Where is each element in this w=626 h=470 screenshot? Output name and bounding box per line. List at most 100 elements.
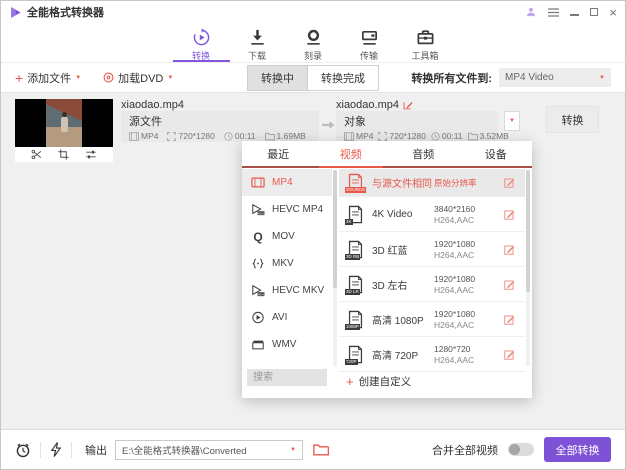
resolution-meta: 720*1280 (378, 131, 426, 141)
clock-duration-icon (431, 131, 440, 141)
convert-button[interactable]: 转换 (546, 106, 599, 133)
target-card-title: 对象 (344, 116, 366, 128)
window-controls: × (525, 6, 617, 19)
format-list-scrollbar[interactable] (333, 170, 337, 366)
rename-pencil-icon[interactable] (403, 100, 413, 110)
merge-videos-toggle[interactable] (508, 443, 534, 456)
thumbnail-image (46, 99, 82, 147)
quicktime-q-icon: Q (253, 229, 263, 244)
menu-icon[interactable] (548, 7, 560, 17)
preset-panel: 最近 视频 音频 设备 MP4 HEVC HEVC MP4 Q MOV MKV … (242, 141, 532, 398)
crop-icon[interactable] (58, 149, 69, 160)
edit-preset-icon[interactable] (504, 177, 515, 188)
load-dvd-button[interactable]: 加载DVD ▼ (103, 70, 173, 86)
hevc-play-icon: HEVC (252, 203, 265, 215)
nav-tab-download[interactable]: 下载 (236, 23, 279, 62)
format-item-wmv[interactable]: WMV (242, 331, 332, 358)
edit-preset-icon[interactable] (504, 314, 515, 325)
nav-tab-burn[interactable]: 刻录 (292, 23, 335, 62)
profile-item-same-as-source[interactable]: SOURCE 与源文件相同 原始分辨率 (339, 169, 525, 197)
convert-all-button[interactable]: 全部转换 (544, 437, 611, 462)
app-window: 全能格式转换器 × 转换 下载 刻录 传输 工具箱 + 添加文件 ▼ 加载DVD… (0, 0, 626, 470)
plus-icon: + (346, 374, 354, 389)
format-item-hevc-mkv[interactable]: HEVC HEVC MKV (242, 277, 332, 304)
nav-label: 刻录 (303, 51, 322, 61)
tab-converting[interactable]: 转换中 (247, 64, 308, 91)
app-title: 全能格式转换器 (27, 7, 104, 19)
edit-preset-icon[interactable] (504, 279, 515, 290)
tab-converted[interactable]: 转换完成 (307, 64, 379, 91)
preset-tab-recent[interactable]: 最近 (242, 141, 315, 166)
minimize-icon[interactable] (570, 8, 580, 16)
m4v-icon (251, 365, 265, 366)
mkv-matroska-icon (252, 258, 264, 269)
resolution-frame-icon (167, 131, 177, 141)
preset-tab-audio[interactable]: 音频 (387, 141, 460, 166)
toolbox-briefcase-icon (417, 30, 433, 45)
toggle-knob (509, 444, 520, 455)
create-custom-button[interactable]: + 创建自定义 (346, 374, 411, 389)
preset-body: MP4 HEVC HEVC MP4 Q MOV MKV HEVC HEVC MK… (242, 168, 532, 396)
main-nav: 转换 下载 刻录 传输 工具箱 (1, 23, 625, 62)
transfer-device-icon (361, 30, 377, 45)
format-item-avi[interactable]: AVI (242, 304, 332, 331)
edit-preset-icon[interactable] (504, 349, 515, 360)
format-meta: MP4 (129, 131, 158, 141)
target-card: 对象 MP4 720*1280 00:11 3.52MB (336, 111, 509, 142)
add-file-button[interactable]: + 添加文件 ▼ (15, 70, 81, 86)
size-meta: 3.52MB (467, 131, 509, 141)
profile-doc-icon: SOURCE (345, 173, 367, 193)
convert-all-to-group: 转换所有文件到: MP4 Video ▼ (411, 68, 611, 87)
open-folder-icon[interactable] (313, 443, 329, 456)
chevron-down-icon: ▼ (599, 74, 605, 81)
size-meta: 1.69MB (264, 131, 306, 141)
preset-tab-video[interactable]: 视频 (315, 141, 388, 168)
user-icon[interactable] (525, 6, 537, 18)
edit-preset-icon[interactable] (504, 244, 515, 255)
high-speed-lightning-icon[interactable] (50, 442, 62, 457)
nav-tab-toolbox[interactable]: 工具箱 (404, 23, 447, 62)
merge-videos-label: 合并全部视频 (432, 444, 498, 457)
maximize-icon[interactable] (590, 8, 599, 16)
output-label: 输出 (85, 444, 107, 457)
profile-doc-icon: 720P (345, 345, 364, 365)
download-arrow-icon (250, 29, 264, 45)
trim-scissors-icon[interactable] (31, 149, 42, 160)
nav-tab-transfer[interactable]: 传输 (348, 23, 391, 62)
nav-tab-convert[interactable]: 转换 (172, 23, 230, 62)
convert-all-to-select[interactable]: MP4 Video ▼ (499, 68, 611, 87)
edit-preset-icon[interactable] (504, 209, 515, 220)
output-path-value: E:\全能格式转换器\Converted (122, 445, 247, 457)
format-item-hevc-mp4[interactable]: HEVC HEVC MP4 (242, 196, 332, 223)
hevc-play-icon: HEVC (252, 284, 265, 296)
profile-item-hd-720p[interactable]: 720P 高清 720P 1280*720 H264,AAC (339, 337, 525, 372)
profile-item-3d-red-blue[interactable]: 3D RB 3D 红蓝 1920*1080 H264,AAC (339, 232, 525, 267)
format-item-m4v[interactable]: M4V (242, 358, 332, 366)
preset-dropdown-toggle[interactable]: ▼ (504, 111, 520, 131)
video-thumbnail[interactable] (15, 99, 113, 147)
format-item-mp4[interactable]: MP4 (242, 169, 332, 196)
source-to-target-arrow-icon (322, 121, 335, 129)
titlebar: 全能格式转换器 × (1, 1, 625, 23)
folder-size-icon (264, 132, 275, 140)
close-icon[interactable]: × (609, 6, 617, 19)
effects-sliders-icon[interactable] (85, 149, 97, 160)
profile-list-scrollbar[interactable] (526, 170, 530, 366)
format-item-mov[interactable]: Q MOV (242, 223, 332, 250)
schedule-alarm-icon[interactable] (15, 442, 31, 458)
divider (71, 441, 72, 458)
format-item-mkv[interactable]: MKV (242, 250, 332, 277)
content-area: xiaodao.mp4 源文件 MP4 720*1280 00:11 1.69M… (1, 94, 625, 429)
profile-item-4k[interactable]: 4K 4K Video 3840*2160 H264,AAC (339, 197, 525, 232)
preset-search-input[interactable] (247, 369, 327, 386)
svg-text:HEVC: HEVC (257, 292, 265, 296)
output-path-select[interactable]: E:\全能格式转换器\Converted ▼ (115, 439, 303, 460)
profile-item-3d-left-right[interactable]: 3D LR 3D 左右 1920*1080 H264,AAC (339, 267, 525, 302)
nav-label: 传输 (359, 51, 378, 61)
app-logo-icon (11, 6, 21, 18)
mp4-filmstrip-icon (251, 177, 265, 188)
preset-tab-device[interactable]: 设备 (460, 141, 533, 166)
chevron-down-icon: ▼ (290, 446, 296, 453)
profile-item-hd-1080p[interactable]: 1080P 高清 1080P 1920*1080 H264,AAC (339, 302, 525, 337)
resolution-meta: 720*1280 (167, 131, 215, 141)
